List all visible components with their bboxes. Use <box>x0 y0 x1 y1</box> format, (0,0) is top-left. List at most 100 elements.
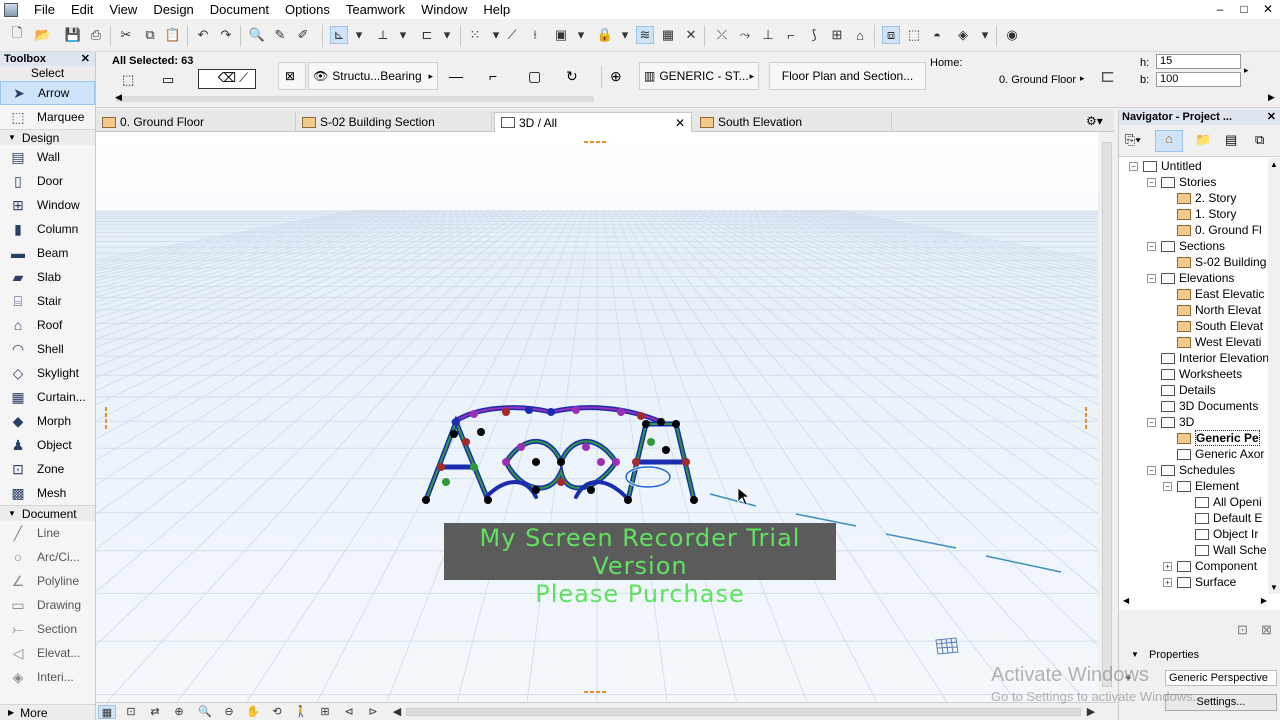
expand-icon[interactable]: + <box>1163 577 1172 587</box>
chevron-right-icon[interactable]: ▶ <box>1261 596 1267 605</box>
copy-icon[interactable]: ⧉ <box>141 26 159 44</box>
tree-node[interactable]: 3D Documents <box>1161 398 1258 414</box>
infobox-scrollbar[interactable] <box>116 96 594 102</box>
tool-drawing[interactable]: ▭ Drawing <box>0 593 95 617</box>
selection-handle[interactable] <box>517 443 525 451</box>
adjust-icon[interactable]: ⤳ <box>736 26 754 44</box>
tree-node[interactable]: − Sections <box>1147 238 1225 254</box>
chevron-right-icon[interactable]: ▶ <box>1082 705 1100 719</box>
redo-icon[interactable]: ↷ <box>217 26 235 44</box>
fillet-icon[interactable]: ⌐ <box>782 26 800 44</box>
beam-icon[interactable]: ⟋ <box>239 70 263 88</box>
3d-canvas[interactable] <box>96 132 1098 702</box>
document-section-header[interactable]: ▼ Document <box>0 505 95 521</box>
tool-object[interactable]: ♟ Object <box>0 433 95 457</box>
tree-node[interactable]: Worksheets <box>1161 366 1242 382</box>
menu-help[interactable]: Help <box>475 0 518 19</box>
menu-view[interactable]: View <box>101 0 145 19</box>
selection-handle[interactable] <box>657 418 665 426</box>
selection-handle[interactable] <box>470 410 478 418</box>
rotate-icon[interactable]: ↻ <box>566 68 578 85</box>
tool-arc[interactable]: ○ Arc/Ci... <box>0 545 95 569</box>
undo-icon[interactable]: ↶ <box>194 26 212 44</box>
selection-handle[interactable] <box>624 496 632 504</box>
tree-node[interactable]: Interior Elevation <box>1161 350 1269 366</box>
fit-icon[interactable]: ⊞ <box>316 705 334 719</box>
materials-icon[interactable]: ◈ <box>954 26 972 44</box>
selection-handle[interactable] <box>484 496 492 504</box>
tab-menu-icon[interactable]: ⚙▾ <box>1086 114 1103 128</box>
project-map-icon[interactable]: ⌂ <box>1155 130 1183 152</box>
tree-node[interactable]: + Component <box>1163 558 1257 574</box>
selection-handle[interactable] <box>532 486 540 494</box>
previous-zoom-icon[interactable]: ⊲ <box>340 705 358 719</box>
menu-file[interactable]: File <box>26 0 63 19</box>
close-icon[interactable]: ✕ <box>682 26 700 44</box>
selection-handle[interactable] <box>442 478 450 486</box>
collapse-icon[interactable]: − <box>1147 465 1156 475</box>
home-story-value[interactable]: 0. Ground Floor <box>999 74 1076 86</box>
tool-line[interactable]: ╱ Line <box>0 521 95 545</box>
tool-zone[interactable]: ⊡ Zone <box>0 457 95 481</box>
explode-icon[interactable]: ⊞ <box>828 26 846 44</box>
zoom-in-icon[interactable]: 🔍 <box>196 705 214 719</box>
close-icon[interactable]: ✕ <box>1267 110 1276 125</box>
collapse-icon[interactable]: − <box>1163 481 1172 491</box>
menu-teamwork[interactable]: Teamwork <box>338 0 413 19</box>
menu-edit[interactable]: Edit <box>63 0 101 19</box>
selection-handle[interactable] <box>557 478 565 486</box>
zoom-preview-icon[interactable]: ⊡ <box>122 705 140 719</box>
tool-shell[interactable]: ◠ Shell <box>0 337 95 361</box>
more-tools-toggle[interactable]: ▶ More <box>0 704 95 720</box>
tool-slab[interactable]: ▰ Slab <box>0 265 95 289</box>
lock-icon[interactable]: 🔒 <box>596 26 614 44</box>
tool-arrow[interactable]: ➤ Arrow <box>0 81 95 105</box>
scroll-track[interactable] <box>1102 142 1112 687</box>
guide-lines-icon[interactable]: ⟂ <box>374 26 392 44</box>
tree-node[interactable]: West Elevati <box>1177 334 1261 350</box>
selection-box-icon[interactable]: ⬚ <box>122 72 134 88</box>
selection-handle[interactable] <box>437 463 445 471</box>
tool-morph[interactable]: ◆ Morph <box>0 409 95 433</box>
selection-handle[interactable] <box>587 486 595 494</box>
surface-dropdown[interactable]: ▥ GENERIC - ST... ▸ <box>639 62 759 90</box>
collapse-icon[interactable]: − <box>1129 161 1138 171</box>
step-geometry-icon[interactable]: ⌐ <box>489 68 497 84</box>
layer-icon[interactable]: ≋ <box>636 26 654 44</box>
tab-3d-all[interactable]: 3D / All ✕ <box>494 112 692 132</box>
selection-handle[interactable] <box>690 496 698 504</box>
tree-node[interactable]: East Elevatic <box>1177 286 1264 302</box>
open-file-icon[interactable]: 📂 <box>34 26 52 44</box>
chevron-up-icon[interactable]: ▲ <box>1270 160 1278 169</box>
gravity-icon[interactable]: ⊏ <box>418 26 436 44</box>
tool-skylight[interactable]: ◇ Skylight <box>0 361 95 385</box>
collapse-icon[interactable]: − <box>1147 417 1156 427</box>
viewport-vertical-scrollbar[interactable] <box>1098 132 1118 702</box>
width-input[interactable]: 100 <box>1156 72 1241 87</box>
tab-south-elevation[interactable]: South Elevation <box>694 112 892 132</box>
tab-ground-floor[interactable]: 0. Ground Floor <box>96 112 296 132</box>
tree-node[interactable]: All Openi <box>1195 494 1262 510</box>
close-tab-icon[interactable]: ✕ <box>675 116 685 130</box>
floor-plan-section-button[interactable]: Floor Plan and Section... <box>769 62 926 90</box>
tree-node[interactable]: 2. Story <box>1177 190 1236 206</box>
inject-icon[interactable]: ✐ <box>294 26 312 44</box>
trim-icon[interactable]: ⟋ <box>503 26 521 44</box>
grid-snap-icon[interactable]: ⁙ <box>466 26 484 44</box>
split-icon[interactable]: ⟊ <box>526 26 544 44</box>
tab-building-section[interactable]: S-02 Building Section <box>296 112 492 132</box>
tool-curtain-wall[interactable]: ▦ Curtain... <box>0 385 95 409</box>
selection-handle[interactable] <box>662 446 670 454</box>
chevron-down-icon[interactable]: ▼ <box>1270 583 1278 592</box>
paste-icon[interactable]: 📋 <box>164 26 182 44</box>
new-file-icon[interactable]: 🗋 <box>8 25 26 44</box>
height-input[interactable]: 15 <box>1156 54 1241 69</box>
tree-node[interactable]: Generic Axor <box>1177 446 1264 462</box>
snap-guides-icon[interactable]: ⊾ <box>330 26 348 44</box>
close-icon[interactable]: ✕ <box>81 52 90 66</box>
chevron-down-icon[interactable]: ▾ <box>616 26 634 44</box>
tool-mesh[interactable]: ▩ Mesh <box>0 481 95 505</box>
camera-settings-icon[interactable]: ⊡ <box>1237 622 1248 638</box>
straight-geometry-icon[interactable]: — <box>449 68 463 84</box>
collapse-icon[interactable]: − <box>1147 241 1156 251</box>
